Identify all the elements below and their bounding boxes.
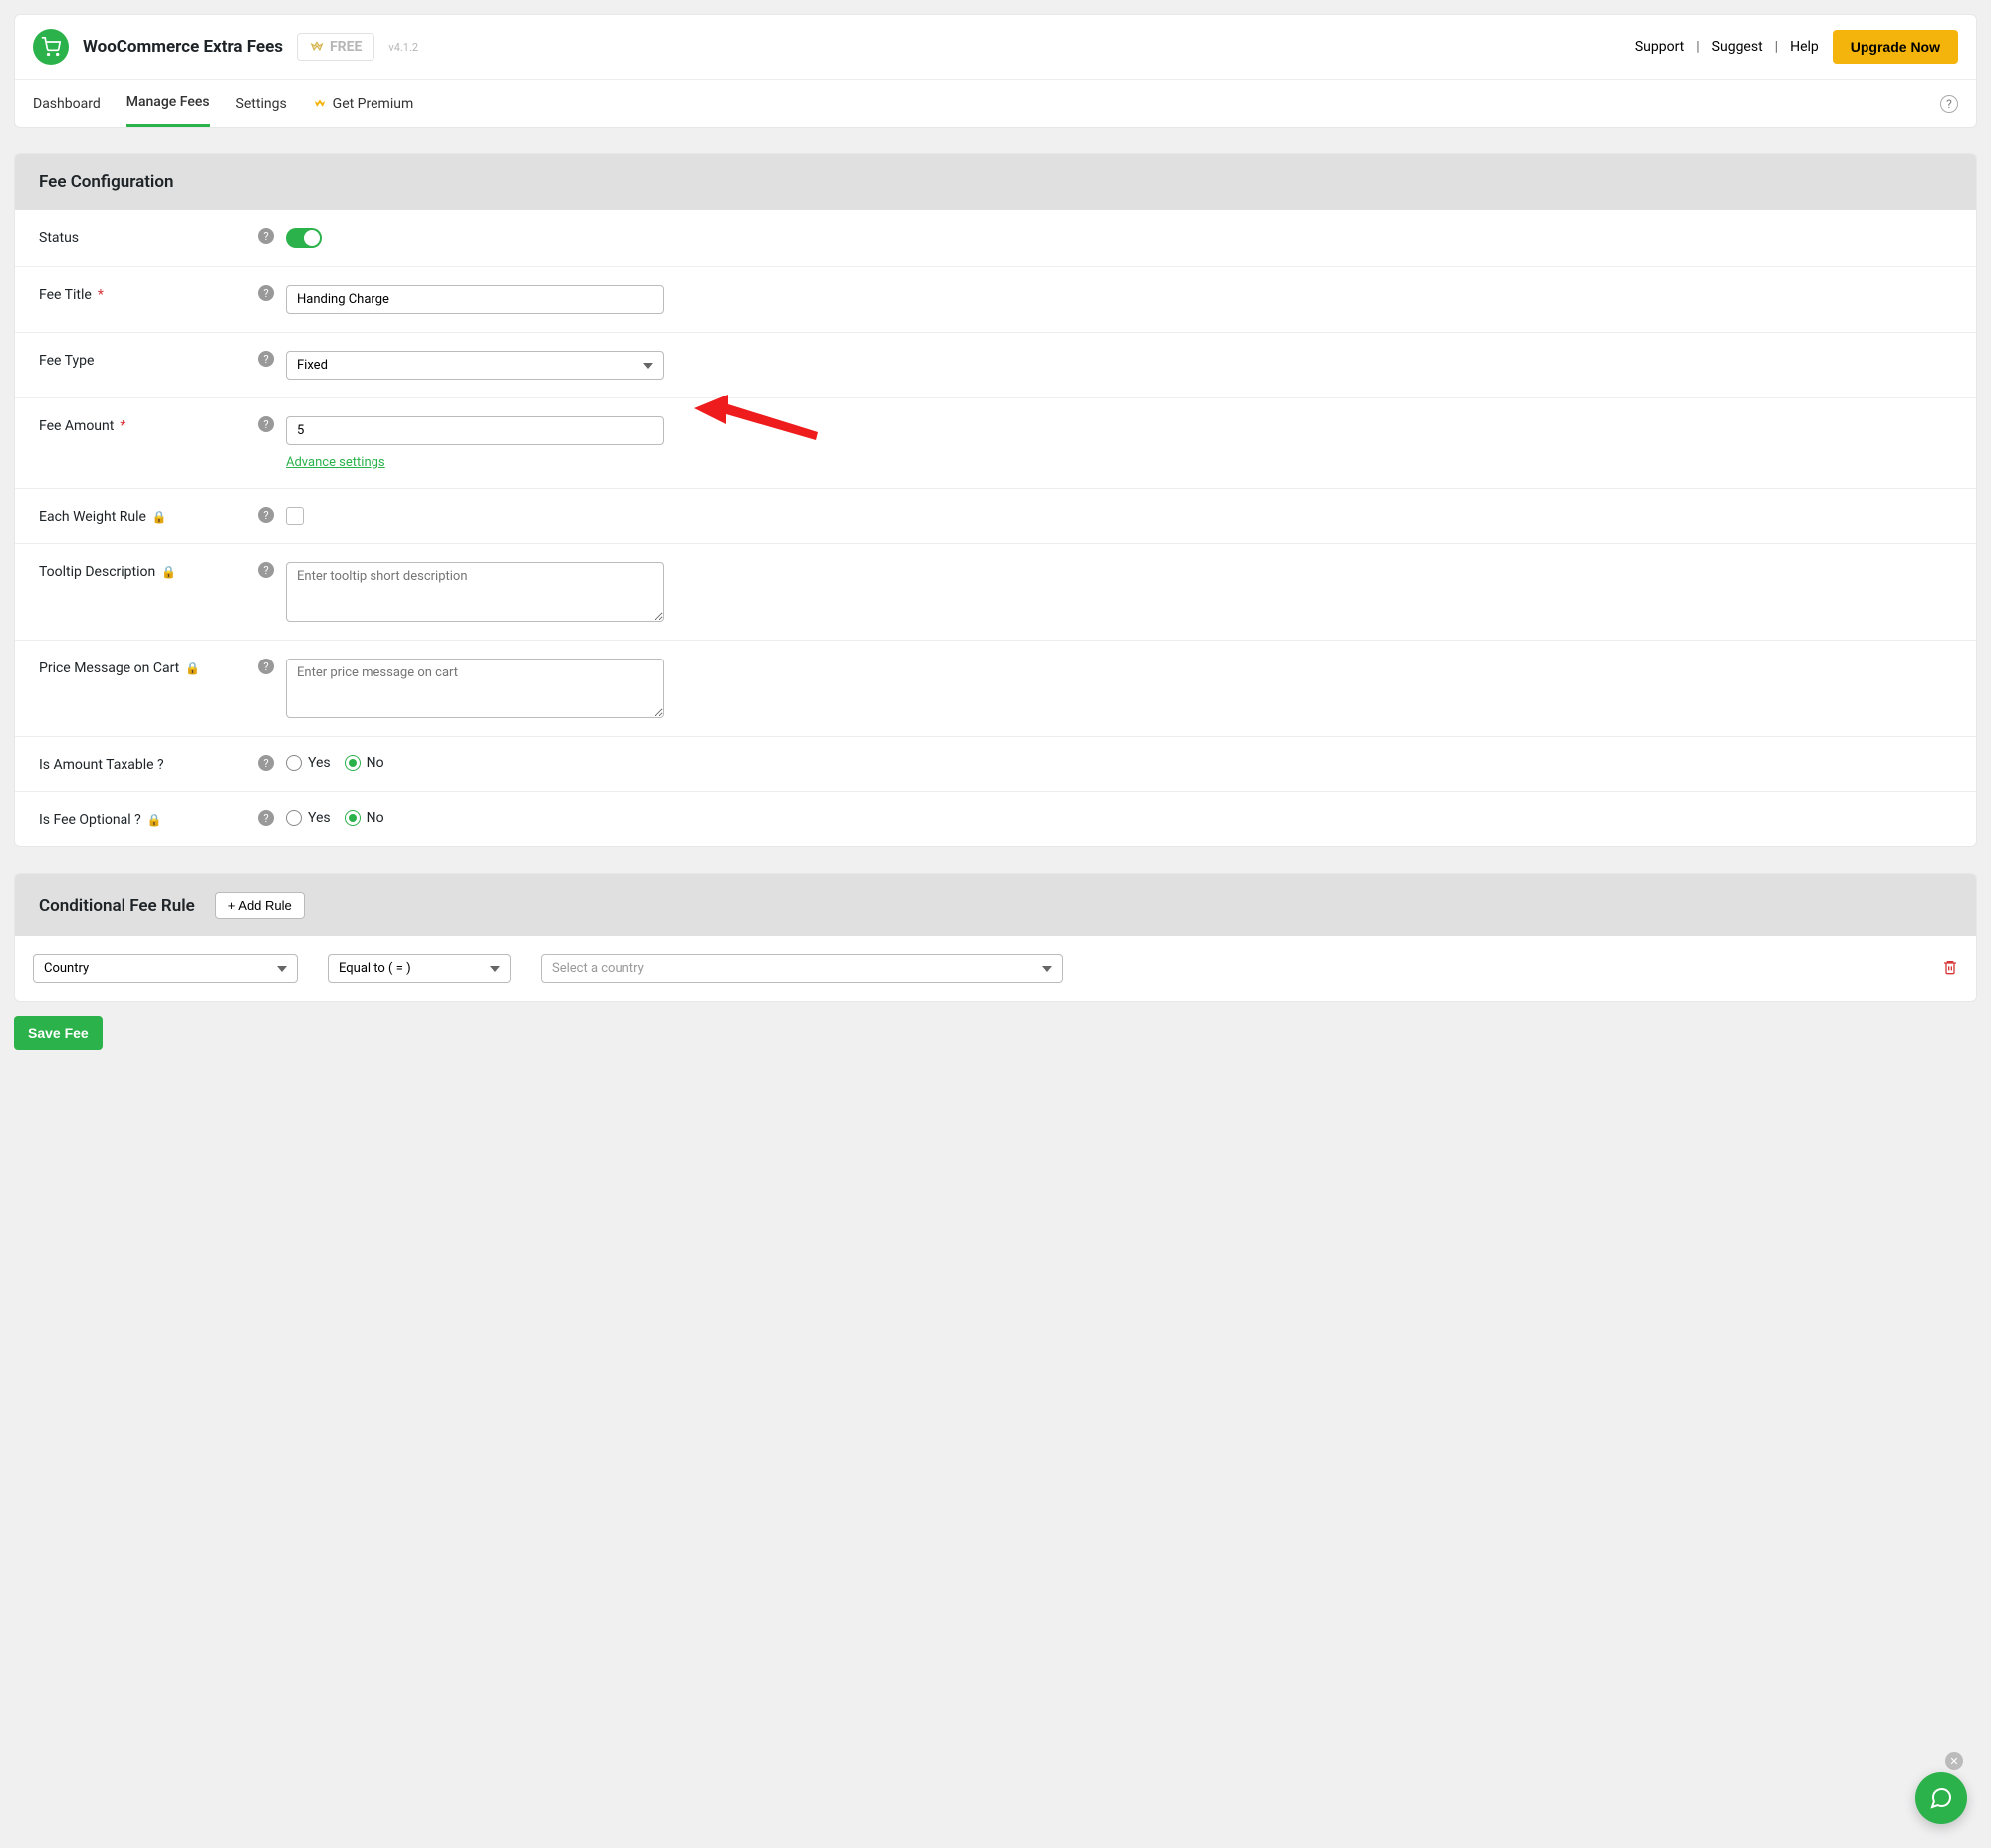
optional-no-radio[interactable] [345, 810, 361, 826]
upgrade-button[interactable]: Upgrade Now [1833, 30, 1958, 64]
help-icon[interactable]: ? [258, 507, 274, 523]
price-msg-label: Price Message on Cart 🔒 [39, 659, 258, 676]
tab-settings[interactable]: Settings [236, 82, 287, 126]
fee-title-label: Fee Title * [39, 285, 258, 303]
fee-amount-label: Fee Amount * [39, 416, 258, 434]
lock-icon: 🔒 [161, 565, 176, 579]
lock-icon: 🔒 [185, 661, 200, 675]
tooltip-textarea[interactable] [286, 562, 664, 622]
tab-dashboard[interactable]: Dashboard [33, 82, 101, 126]
help-icon[interactable]: ? [258, 810, 274, 826]
fee-title-input[interactable] [286, 285, 664, 314]
rule-field-select[interactable]: Country [33, 954, 298, 983]
each-weight-checkbox[interactable] [286, 507, 304, 525]
help-icon[interactable]: ? [258, 285, 274, 301]
fee-configuration-panel: Fee Configuration Status ? Fee Title * ?… [14, 153, 1977, 847]
each-weight-label: Each Weight Rule 🔒 [39, 507, 258, 525]
price-msg-textarea[interactable] [286, 659, 664, 718]
conditional-rule-panel: Conditional Fee Rule + Add Rule Country … [14, 873, 1977, 1002]
help-icon[interactable]: ? [258, 416, 274, 432]
optional-label: Is Fee Optional ? 🔒 [39, 810, 258, 828]
app-logo-icon [33, 29, 69, 65]
support-link[interactable]: Support [1635, 39, 1684, 55]
chat-fab-button[interactable] [1915, 1772, 1967, 1824]
rule-operator-select[interactable]: Equal to ( = ) [328, 954, 511, 983]
app-header: WooCommerce Extra Fees FREE v4.1.2 Suppo… [15, 15, 1976, 79]
add-rule-button[interactable]: + Add Rule [215, 892, 305, 919]
status-toggle[interactable] [286, 228, 322, 248]
taxable-no-radio[interactable] [345, 755, 361, 771]
help-icon[interactable]: ? [1940, 95, 1958, 113]
advance-settings-link[interactable]: Advance settings [286, 455, 664, 470]
rule-row: Country Equal to ( = ) Select a country [15, 936, 1976, 1001]
help-icon[interactable]: ? [258, 659, 274, 674]
suggest-link[interactable]: Suggest [1712, 39, 1763, 55]
lock-icon: 🔒 [147, 813, 162, 827]
fee-type-select[interactable]: Fixed [286, 351, 664, 380]
trash-icon[interactable] [1942, 959, 1958, 979]
status-label: Status [39, 228, 258, 246]
lock-icon: 🔒 [152, 510, 167, 524]
tooltip-label: Tooltip Description 🔒 [39, 562, 258, 580]
help-icon[interactable]: ? [258, 228, 274, 244]
help-icon[interactable]: ? [258, 755, 274, 771]
conditional-rule-title: Conditional Fee Rule [39, 896, 195, 916]
rule-value-select[interactable]: Select a country [541, 954, 1063, 983]
fee-type-label: Fee Type [39, 351, 258, 369]
version-label: v4.1.2 [388, 41, 418, 54]
optional-yes-radio[interactable] [286, 810, 302, 826]
taxable-label: Is Amount Taxable ? [39, 755, 258, 773]
tab-get-premium[interactable]: Get Premium [313, 82, 414, 126]
help-icon[interactable]: ? [258, 562, 274, 578]
save-fee-button[interactable]: Save Fee [14, 1016, 103, 1050]
help-icon[interactable]: ? [258, 351, 274, 367]
fee-amount-input[interactable] [286, 416, 664, 445]
fee-config-title: Fee Configuration [15, 154, 1976, 210]
help-link[interactable]: Help [1790, 39, 1819, 55]
chat-close-button[interactable]: ✕ [1945, 1752, 1963, 1770]
taxable-yes-radio[interactable] [286, 755, 302, 771]
app-title: WooCommerce Extra Fees [83, 37, 283, 57]
main-tabs: Dashboard Manage Fees Settings Get Premi… [15, 79, 1976, 127]
free-badge: FREE [297, 33, 374, 61]
tab-manage-fees[interactable]: Manage Fees [126, 80, 210, 127]
